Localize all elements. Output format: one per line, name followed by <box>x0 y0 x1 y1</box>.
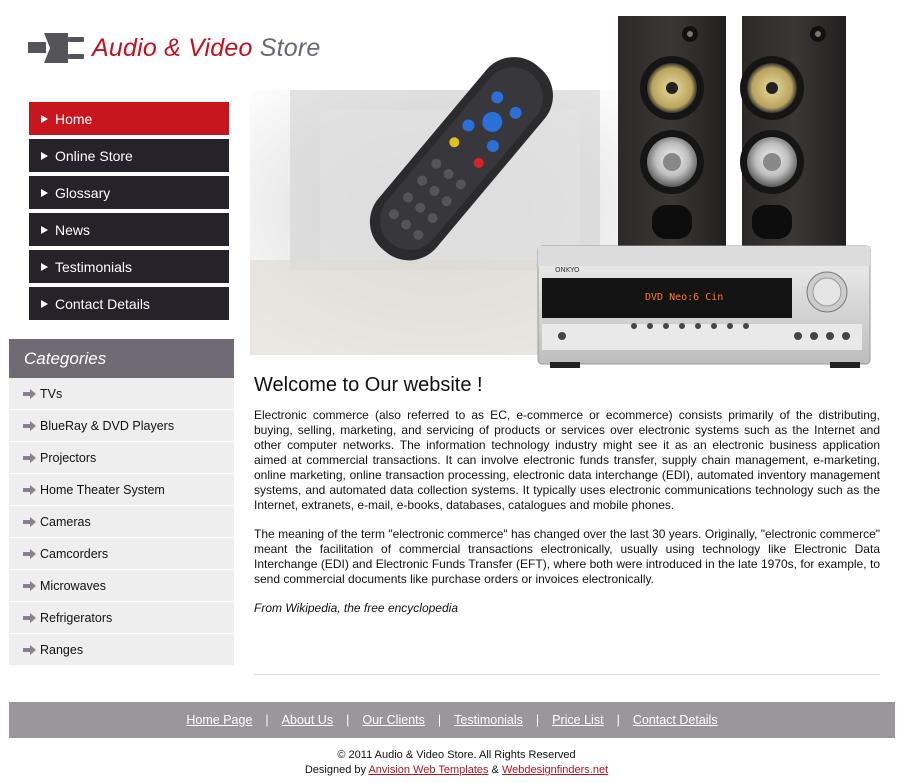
category-item-projectors[interactable]: Projectors <box>9 442 234 474</box>
category-item-tvs[interactable]: TVs <box>9 378 234 410</box>
arrow-right-icon <box>23 420 36 431</box>
footer-separator: | <box>616 713 620 727</box>
category-label: Home Theater System <box>40 482 165 497</box>
arrow-right-icon <box>41 151 48 160</box>
category-item-home-theater[interactable]: Home Theater System <box>9 474 234 506</box>
footer-link-testimonials[interactable]: Testimonials <box>454 713 523 727</box>
category-label: Microwaves <box>40 578 106 593</box>
arrow-right-icon <box>23 388 36 399</box>
category-label: BlueRay & DVD Players <box>40 418 175 433</box>
arrow-right-icon <box>23 548 36 559</box>
footer-separator: | <box>265 713 269 727</box>
av-receiver: ONKYO DVD Neo:6 Cin <box>537 245 871 368</box>
hero-image: ONKYO DVD Neo:6 Cin <box>250 10 880 370</box>
categories-heading: Categories <box>9 339 234 378</box>
credit-amp: & <box>488 764 502 776</box>
nav-item-testimonials[interactable]: Testimonials <box>29 250 229 283</box>
category-label: Camcorders <box>40 546 109 561</box>
source-note: From Wikipedia, the free encyclopedia <box>254 601 458 615</box>
categories-panel: Categories TVs BlueRay & DVD Players Pro… <box>9 339 234 666</box>
nav-item-label: Online Store <box>55 147 133 164</box>
arrow-right-icon <box>41 188 48 197</box>
designed-by-label: Designed by <box>304 764 369 776</box>
category-item-blueray-dvd[interactable]: BlueRay & DVD Players <box>9 410 234 442</box>
designer-link-webdesignfinders[interactable]: Webdesignfinders.net <box>502 764 608 776</box>
nav-item-online-store[interactable]: Online Store <box>29 139 229 172</box>
arrow-right-icon <box>23 580 36 591</box>
category-label: Projectors <box>40 450 97 465</box>
nav-item-glossary[interactable]: Glossary <box>29 176 229 209</box>
footer-link-about-us[interactable]: About Us <box>282 713 333 727</box>
footer-link-price-list[interactable]: Price List <box>552 713 603 727</box>
footer-separator: | <box>535 713 540 727</box>
nav-item-contact-details[interactable]: Contact Details <box>29 287 229 320</box>
nav-item-news[interactable]: News <box>29 213 229 246</box>
content-paragraph: Electronic commerce (also referred to as… <box>254 408 880 512</box>
copyright: © 2011 Audio & Video Store. All Rights R… <box>0 748 913 778</box>
category-item-refrigerators[interactable]: Refrigerators <box>9 602 234 634</box>
category-item-ranges[interactable]: Ranges <box>9 634 234 666</box>
arrow-right-icon <box>23 452 36 463</box>
arrow-right-icon <box>23 516 36 527</box>
arrow-right-icon <box>23 644 36 655</box>
arrow-right-icon <box>41 262 48 271</box>
content-divider <box>254 674 880 675</box>
footer-separator: | <box>437 713 442 727</box>
category-label: Refrigerators <box>40 610 113 625</box>
nav-item-label: Contact Details <box>55 295 150 312</box>
category-label: TVs <box>40 386 63 401</box>
arrow-right-icon <box>23 484 36 495</box>
category-label: Cameras <box>40 514 91 529</box>
nav-item-label: Glossary <box>55 184 111 201</box>
designer-link-anvision[interactable]: Anvision Web Templates <box>368 764 488 776</box>
nav-item-home[interactable]: Home <box>29 102 229 135</box>
receiver-brand: ONKYO <box>555 266 580 274</box>
arrow-right-icon <box>41 114 48 123</box>
arrow-right-icon <box>41 225 48 234</box>
speaker-right <box>740 16 846 256</box>
copyright-text: © 2011 Audio & Video Store. All Rights R… <box>337 749 576 761</box>
site-title-accent: Audio & Video <box>92 33 253 62</box>
hero-illustration: ONKYO DVD Neo:6 Cin <box>250 16 871 368</box>
footer-link-our-clients[interactable]: Our Clients <box>362 713 425 727</box>
category-label: Ranges <box>40 642 84 657</box>
footer-link-contact-details[interactable]: Contact Details <box>633 713 718 727</box>
main-nav: Home Online Store Glossary News Testimon… <box>29 102 229 324</box>
footer-nav: Home Page | About Us | Our Clients | Tes… <box>9 702 895 738</box>
speaker-left <box>618 16 726 256</box>
category-item-camcorders[interactable]: Camcorders <box>9 538 234 570</box>
arrow-right-icon <box>41 299 48 308</box>
footer-link-home-page[interactable]: Home Page <box>186 713 252 727</box>
main-content: Welcome to Our website ! Electronic comm… <box>254 374 880 630</box>
designer-credit: Designed by Anvision Web Templates & Web… <box>0 763 913 778</box>
nav-item-label: Testimonials <box>55 258 133 275</box>
page-title: Welcome to Our website ! <box>254 374 483 396</box>
footer-separator: | <box>346 713 350 727</box>
nav-item-label: News <box>55 221 91 238</box>
content-paragraph: The meaning of the term "electronic comm… <box>254 527 880 586</box>
nav-item-label: Home <box>55 110 93 127</box>
category-item-cameras[interactable]: Cameras <box>9 506 234 538</box>
receiver-display: DVD Neo:6 Cin <box>645 292 723 303</box>
category-item-microwaves[interactable]: Microwaves <box>9 570 234 602</box>
arrow-right-icon <box>23 612 36 623</box>
plug-icon <box>28 33 84 63</box>
